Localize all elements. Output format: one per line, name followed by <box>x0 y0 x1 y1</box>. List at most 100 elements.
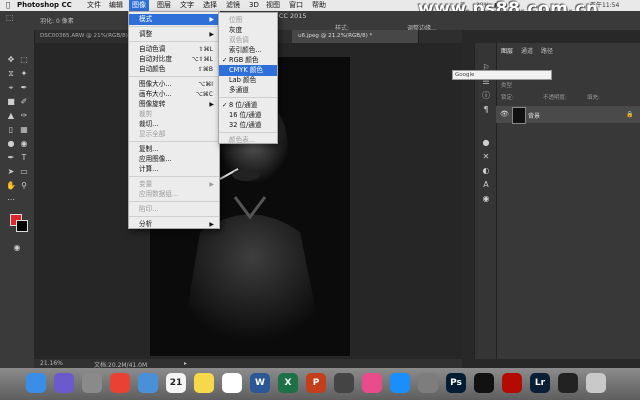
google-search-bar[interactable]: Google <box>452 70 552 80</box>
zoom-level[interactable]: 21.16% <box>40 360 63 367</box>
tab-channels[interactable]: 通道 <box>521 46 533 55</box>
siri-icon[interactable] <box>54 373 74 393</box>
google-label: Google <box>455 72 475 78</box>
screen-icon[interactable] <box>558 373 578 393</box>
menu-item-label: 颜色表... <box>229 136 256 144</box>
history-brush-icon[interactable]: ✑ <box>18 110 30 121</box>
menu-item-label: 双色调 <box>229 36 249 44</box>
menu-item-label: 灰度 <box>229 26 243 34</box>
imagemenu-item[interactable]: 计算... <box>129 164 219 175</box>
menu-shortcut: ⇧⌘B <box>197 66 213 73</box>
eraser-icon[interactable]: ▯ <box>5 124 17 135</box>
menu-separator <box>129 76 219 77</box>
menu-separator <box>219 132 277 133</box>
app-menu[interactable]: Photoshop CC <box>14 0 75 11</box>
navigator-icon[interactable]: ◉ <box>480 194 492 204</box>
menu-file[interactable]: 文件 <box>84 0 104 11</box>
menu-view[interactable]: 视图 <box>263 0 283 11</box>
menu-item-label: 裁切... <box>139 120 159 128</box>
feather-value[interactable]: 0 像素 <box>56 16 74 25</box>
menu-help[interactable]: 帮助 <box>309 0 329 11</box>
menu-edit[interactable]: 编辑 <box>106 0 126 11</box>
modemenu-item[interactable]: 32 位/通道 <box>219 120 277 131</box>
notes-icon[interactable] <box>194 373 214 393</box>
shape-icon[interactable]: ▭ <box>18 166 30 177</box>
menu-window[interactable]: 窗口 <box>286 0 306 11</box>
mode-submenu: 位图 灰度 双色调 索引颜色... RGB 颜色 ✓ CMYK 颜色 Lab 颜色 多通道 8 位… <box>218 12 278 144</box>
appstore-icon[interactable] <box>390 373 410 393</box>
apple-icon[interactable]:  <box>3 0 13 11</box>
layer-kind-label[interactable]: 类型 <box>501 81 512 89</box>
gradient-icon[interactable]: ▦ <box>18 124 30 135</box>
dvd-icon[interactable] <box>334 373 354 393</box>
imagemenu-item[interactable]: 调整 ▶ <box>129 29 219 40</box>
quick-mask-icon[interactable]: ◉ <box>11 242 23 253</box>
clone-stamp-icon[interactable]: ▲ <box>5 110 17 121</box>
healing-brush-icon[interactable]: ■ <box>5 96 17 107</box>
terminal-icon[interactable] <box>474 373 494 393</box>
pen-icon[interactable]: ✒ <box>5 152 17 163</box>
info-icon[interactable]: ⓘ <box>480 91 492 101</box>
mail-icon[interactable] <box>138 373 158 393</box>
menu-3d[interactable]: 3D <box>246 0 262 11</box>
type-icon[interactable]: T <box>18 152 30 163</box>
brush-icon[interactable]: ✐ <box>18 96 30 107</box>
background-color-swatch[interactable] <box>16 220 28 232</box>
styles-icon[interactable]: ✕ <box>480 152 492 162</box>
imagemenu-item[interactable]: 自动颜色 ⇧⌘B <box>129 64 219 75</box>
magic-wand-icon[interactable]: ✦ <box>18 68 30 79</box>
photoshop-icon[interactable]: Ps <box>446 373 466 393</box>
modemenu-item[interactable]: 多通道 <box>219 85 277 96</box>
tab-layers[interactable]: 图层 <box>501 46 513 55</box>
swatches-icon[interactable]: ● <box>480 138 492 148</box>
path-select-icon[interactable]: ➤ <box>5 166 17 177</box>
lightroom-icon[interactable]: Lr <box>530 373 550 393</box>
zoom-icon[interactable]: ⚲ <box>18 180 30 191</box>
photos-icon[interactable] <box>222 373 242 393</box>
layers-panel: 图层 通道 路径 类型 不透明度: 锁定: 填充: <box>496 43 640 359</box>
lasso-icon[interactable]: ⧖ <box>5 68 17 79</box>
layer-row-background[interactable]: 👁 背景 🔒 <box>496 106 640 124</box>
menu-image[interactable]: 图像 <box>129 0 149 11</box>
menu-filter[interactable]: 滤镜 <box>223 0 243 11</box>
crop-icon[interactable]: ⌖ <box>5 82 17 93</box>
powerpoint-icon[interactable]: P <box>306 373 326 393</box>
rect-marquee-icon[interactable]: ⬚ <box>18 54 30 65</box>
calendar-icon[interactable]: 21 <box>166 373 186 393</box>
menu-item-label: 显示全部 <box>139 130 166 138</box>
menu-item-label: 索引颜色... <box>229 46 262 54</box>
chrome-icon[interactable] <box>110 373 130 393</box>
more-tools-icon[interactable]: ⋯ <box>5 194 17 205</box>
acrobat-icon[interactable] <box>502 373 522 393</box>
menu-item-label: 模式 <box>139 15 153 23</box>
visibility-eye-icon[interactable]: 👁 <box>500 110 509 118</box>
character-icon[interactable]: A <box>480 180 492 190</box>
eyedropper-icon[interactable]: ✒ <box>18 82 30 93</box>
paragraph-icon[interactable]: ¶ <box>480 105 492 115</box>
adjustments-icon[interactable]: ◐ <box>480 166 492 176</box>
menu-select[interactable]: 选择 <box>200 0 220 11</box>
status-arrow-icon[interactable]: ▸ <box>184 360 187 367</box>
trash-icon[interactable] <box>586 373 606 393</box>
system-preferences-icon[interactable] <box>418 373 438 393</box>
menu-layer[interactable]: 图层 <box>154 0 174 11</box>
tools-panel: ✥ ⬚ ⧖ ✦ ⌖ ✒ ■ ✐ ▲ ✑ ▯ ▦ ● ◉ ✒ T ➤ ▭ ✋ ⚲ … <box>0 30 35 368</box>
blur-icon[interactable]: ● <box>5 138 17 149</box>
finder-icon[interactable] <box>26 373 46 393</box>
menu-type[interactable]: 文字 <box>177 0 197 11</box>
menu-item-label: Lab 颜色 <box>229 76 257 84</box>
tab-u6-jpeg[interactable]: u6.jpeg @ 21.2%(RGB/8) * <box>292 30 419 43</box>
itunes-icon[interactable] <box>362 373 382 393</box>
imagemenu-item[interactable]: 模式 ▶ <box>129 14 219 25</box>
move-tool-icon[interactable]: ✥ <box>5 54 17 65</box>
layer-name[interactable]: 背景 <box>528 111 540 120</box>
excel-icon[interactable]: X <box>278 373 298 393</box>
tab-paths[interactable]: 路径 <box>541 46 553 55</box>
launchpad-icon[interactable] <box>82 373 102 393</box>
hand-icon[interactable]: ✋ <box>5 180 17 191</box>
imagemenu-item[interactable]: 分析 ▶ <box>129 219 219 230</box>
menu-item-label: 16 位/通道 <box>229 111 262 119</box>
dodge-icon[interactable]: ◉ <box>18 138 30 149</box>
word-icon[interactable]: W <box>250 373 270 393</box>
marquee-tool-icon[interactable]: ⬚ <box>6 13 14 22</box>
